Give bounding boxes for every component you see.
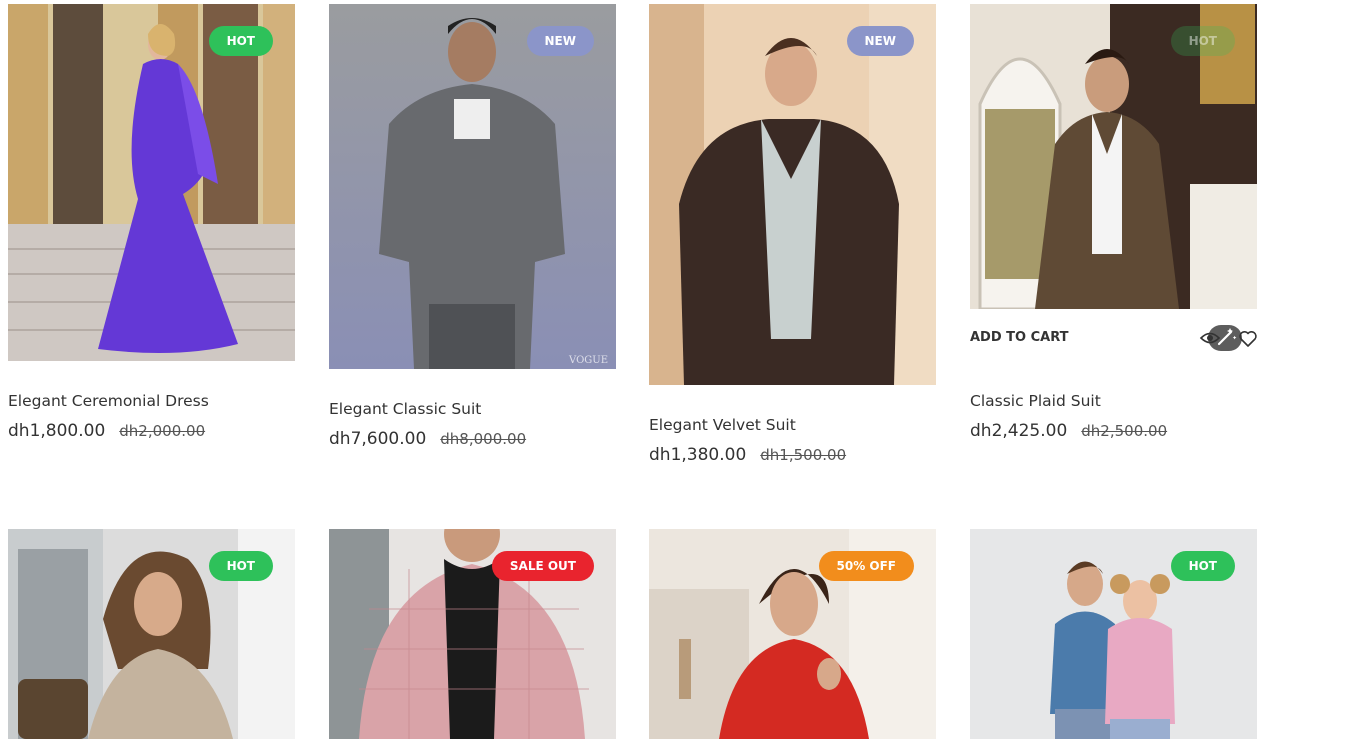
price-row: dh2,425.00 dh2,500.00 (970, 421, 1257, 441)
sale-price: dh2,425.00 (970, 421, 1068, 441)
vogue-watermark: VOGUE (569, 355, 608, 366)
product-image[interactable]: NEW (649, 4, 936, 385)
sale-price: dh1,380.00 (649, 445, 747, 465)
badge-new: NEW (846, 26, 914, 56)
sale-price: dh7,600.00 (329, 429, 427, 449)
product-image[interactable]: NEW VOGUE (329, 4, 616, 369)
product-name[interactable]: Elegant Velvet Suit (649, 416, 936, 434)
original-price: dh2,500.00 (1081, 422, 1168, 440)
product-card: HOT (8, 529, 295, 739)
price-row: dh7,600.00 dh8,000.00 (329, 429, 616, 449)
product-card: 50% OFF (649, 529, 936, 739)
product-image[interactable]: SALE OUT (329, 529, 616, 739)
original-price: dh2,000.00 (119, 422, 206, 440)
product-card: NEW VOGUE Elegant Classic Suit dh7,600.0… (329, 4, 616, 449)
product-photo (8, 4, 295, 361)
product-card: HOT (970, 529, 1257, 739)
product-card: SALE OUT (329, 529, 616, 739)
badge-hot: HOT (1170, 26, 1235, 56)
price-row: dh1,380.00 dh1,500.00 (649, 445, 936, 465)
product-image[interactable]: HOT (8, 4, 295, 361)
badge-hot: HOT (208, 551, 273, 581)
original-price: dh8,000.00 (440, 430, 527, 448)
product-name[interactable]: Classic Plaid Suit (970, 392, 1257, 410)
product-image[interactable]: HOT (970, 4, 1257, 309)
product-photo (329, 4, 616, 369)
badge-hot: HOT (208, 26, 273, 56)
price-row: dh1,800.00 dh2,000.00 (8, 421, 295, 441)
badge-new: NEW (526, 26, 594, 56)
product-name[interactable]: Elegant Classic Suit (329, 400, 616, 418)
badge-hot: HOT (1170, 551, 1235, 581)
original-price: dh1,500.00 (760, 446, 847, 464)
product-card: HOT Elegant Ceremonial Dress dh1,800.00 … (8, 4, 295, 441)
product-card: HOT ADD TO CART Classic Plaid Suit dh2,4… (970, 4, 1257, 441)
product-image[interactable]: HOT (970, 529, 1257, 739)
product-name[interactable]: Elegant Ceremonial Dress (8, 392, 295, 410)
eye-icon[interactable] (1199, 327, 1221, 349)
product-image[interactable]: 50% OFF (649, 529, 936, 739)
add-to-cart-button[interactable]: ADD TO CART (970, 330, 1069, 345)
badge-50-off: 50% OFF (818, 551, 914, 581)
heart-icon[interactable] (1237, 327, 1259, 349)
sale-price: dh1,800.00 (8, 421, 106, 441)
product-photo (649, 4, 936, 385)
product-card: NEW Elegant Velvet Suit dh1,380.00 dh1,5… (649, 4, 936, 465)
badge-sale-out: SALE OUT (491, 551, 594, 581)
product-actions: ADD TO CART (970, 325, 1259, 351)
product-image[interactable]: HOT (8, 529, 295, 739)
